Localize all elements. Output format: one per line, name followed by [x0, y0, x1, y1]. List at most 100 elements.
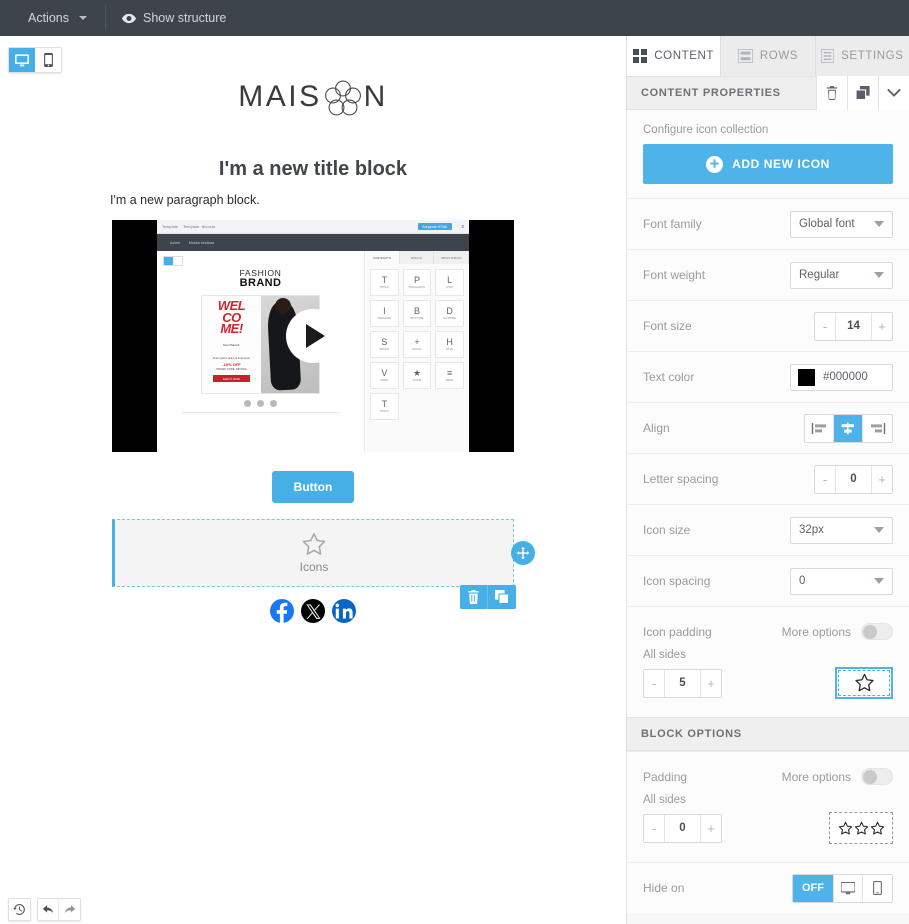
tab-settings[interactable]: SETTINGS: [815, 36, 909, 76]
block-padding-value[interactable]: 0: [664, 814, 701, 842]
row-font-family: Font family Global font: [627, 198, 909, 249]
thumb-cell-label: SPAZIO: [379, 347, 390, 351]
icon-padding-top: Icon padding More options: [643, 623, 893, 640]
social-icons-row[interactable]: [0, 599, 626, 623]
history-button[interactable]: [9, 899, 30, 920]
letter-spacing-label: Letter spacing: [643, 472, 719, 486]
font-weight-select[interactable]: Regular: [790, 261, 893, 289]
thumb-cell: S SPAZIO: [370, 331, 399, 358]
thumb-breadcrumb-back: Template: [162, 224, 179, 229]
duplicate-block-button[interactable]: [488, 585, 516, 609]
delete-block-button[interactable]: [460, 585, 488, 609]
maison-logo: MAIS N: [238, 74, 388, 120]
facebook-icon[interactable]: [270, 599, 294, 623]
tab-rows[interactable]: ROWS: [721, 36, 816, 76]
tab-rows-label: ROWS: [759, 50, 799, 62]
video-block[interactable]: Template Template: Nicosia Sorgente HTML…: [112, 220, 514, 452]
logo-block: MAIS N: [0, 36, 626, 120]
row-text-color: Text color #000000: [627, 351, 909, 402]
thumb-brand: FASHION BRAND: [157, 268, 364, 290]
block-padding-more-label: More options: [781, 769, 851, 784]
play-button-icon[interactable]: [286, 309, 340, 363]
icon-size-label: Icon size: [643, 523, 691, 537]
thumb-cell-glyph: ★: [412, 367, 422, 378]
letter-spacing-value[interactable]: 0: [835, 465, 872, 493]
add-new-icon-button[interactable]: ADD NEW ICON: [643, 144, 893, 184]
thumb-cell-label: HTML: [445, 347, 454, 351]
block-padding-section: Padding More options All sides - 0 +: [627, 751, 909, 862]
title-block[interactable]: I'm a new title block: [0, 158, 626, 181]
add-icon-wrap: ADD NEW ICON: [627, 144, 909, 198]
undo-button[interactable]: [38, 899, 59, 920]
logo-text-right: N: [363, 80, 388, 113]
block-padding-decrement[interactable]: -: [644, 814, 664, 842]
align-right-button[interactable]: [863, 414, 892, 442]
thumb-sidebar: CONTENUTO MODULI IMPOSTAZIONI T TITOLO PP…: [364, 251, 469, 452]
move-handle-icon[interactable]: [511, 541, 535, 565]
thumb-promo-sub1: Dear #Name#,: [223, 344, 240, 348]
thumb-promo-button: ENJOY NOW: [213, 375, 250, 383]
thumb-cell-label: BOTTONE: [410, 316, 424, 320]
block-padding-stepper: - 0 +: [643, 813, 722, 843]
cta-button[interactable]: Button: [271, 471, 355, 503]
thumb-cell: ★ ICONE: [402, 362, 432, 389]
settings-icon: [821, 49, 835, 63]
show-structure-label: Show structure: [143, 11, 227, 25]
block-padding-increment[interactable]: +: [701, 814, 721, 842]
thumb-close-icon: x: [461, 223, 465, 230]
icon-spacing-label: Icon spacing: [643, 574, 711, 588]
icon-padding-more-toggle[interactable]: [861, 623, 893, 640]
font-size-decrement[interactable]: -: [815, 312, 835, 340]
linkedin-icon[interactable]: [332, 599, 356, 623]
star-outline-icon: [854, 821, 869, 836]
icon-spacing-select[interactable]: 0: [790, 567, 893, 595]
delete-content-button[interactable]: [816, 76, 847, 110]
collapse-section-button[interactable]: [878, 76, 909, 110]
paragraph-block[interactable]: I'm a new paragraph block.: [0, 193, 626, 207]
thumb-cell-label: ICONE: [412, 378, 422, 382]
icon-padding-decrement[interactable]: -: [644, 669, 664, 697]
content-properties-header: CONTENT PROPERTIES: [627, 76, 909, 110]
icons-block-selected[interactable]: Icons: [112, 519, 535, 587]
grid-icon: [633, 49, 648, 63]
hide-on-desktop-button[interactable]: [834, 874, 863, 902]
email-body: MAIS N I'm a new title block I'm a new p…: [0, 36, 626, 623]
plus-circle-icon: [706, 155, 724, 173]
font-size-increment[interactable]: +: [872, 312, 892, 340]
text-color-field[interactable]: #000000: [790, 363, 893, 391]
icon-padding-increment[interactable]: +: [701, 669, 721, 697]
font-family-select[interactable]: Global font: [790, 210, 893, 238]
thumb-cell-label: IMMAGINE: [377, 316, 392, 320]
redo-button[interactable]: [59, 899, 80, 920]
color-swatch[interactable]: [798, 368, 815, 386]
letter-spacing-decrement[interactable]: -: [815, 465, 835, 493]
tab-content[interactable]: CONTENT: [627, 36, 722, 76]
icon-padding-stepper: - 5 +: [643, 668, 722, 698]
icons-placeholder-label: Icons: [299, 560, 329, 574]
block-padding-more-toggle[interactable]: [861, 768, 893, 785]
x-twitter-icon[interactable]: [301, 599, 325, 623]
row-font-weight: Font weight Regular: [627, 249, 909, 300]
duplicate-content-button[interactable]: [847, 76, 878, 110]
thumb-cell-label: MENU: [445, 378, 454, 382]
block-padding-allsides-label: All sides: [643, 794, 686, 806]
thumb-cell-glyph: B: [413, 305, 420, 316]
block-padding-preview: [829, 812, 893, 844]
hide-on-off-button[interactable]: OFF: [793, 874, 834, 902]
toggle-knob: [863, 770, 877, 784]
show-structure-button[interactable]: Show structure: [106, 0, 242, 36]
thumb-cell-glyph: L: [447, 274, 453, 285]
logo-text-left: MAIS: [238, 80, 322, 113]
align-center-button[interactable]: [834, 414, 863, 442]
thumb-cell-label: LISTA: [446, 285, 454, 289]
thumb-cell-glyph: +: [414, 336, 420, 347]
hide-on-mobile-button[interactable]: [863, 874, 892, 902]
thumb-promo-off: -10% OFF: [222, 362, 241, 368]
actions-menu[interactable]: Actions: [0, 5, 106, 31]
align-left-button[interactable]: [805, 414, 834, 442]
icon-padding-value[interactable]: 5: [664, 669, 701, 697]
icon-padding-section: Icon padding More options All sides - 5 …: [627, 606, 909, 717]
letter-spacing-increment[interactable]: +: [872, 465, 892, 493]
font-size-value[interactable]: 14: [835, 312, 872, 340]
icon-size-select[interactable]: 32px: [790, 516, 893, 544]
